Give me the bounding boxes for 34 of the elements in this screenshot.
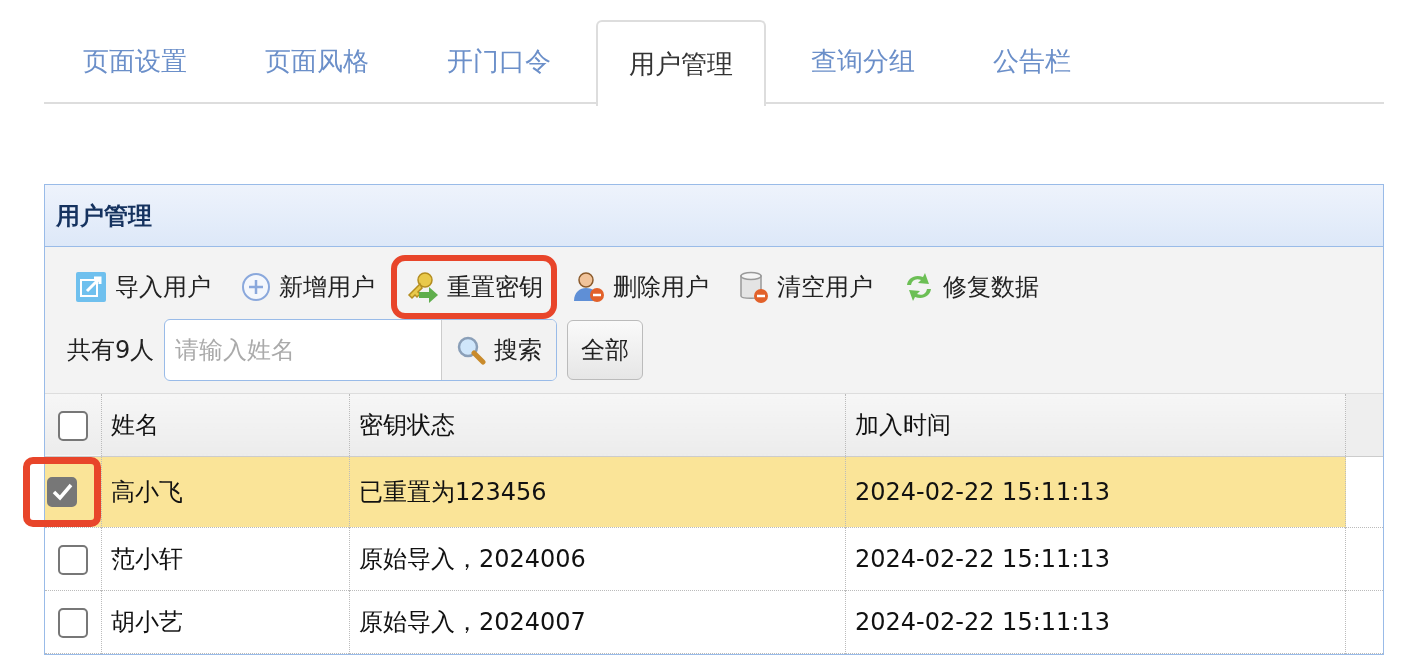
toolbar-button[interactable]: 新增用户 — [233, 261, 383, 313]
checkbox[interactable] — [47, 476, 77, 507]
column-header: 密钥状态 — [349, 394, 846, 456]
panel-title: 用户管理 — [45, 185, 1383, 247]
add-icon — [241, 272, 271, 302]
table-cell: 高小飞 — [101, 456, 350, 527]
user-remove-icon — [573, 271, 605, 303]
checkbox[interactable] — [58, 410, 88, 441]
user-count: 共有9人 — [67, 335, 155, 366]
toolbar-button[interactable]: 导入用户 — [67, 261, 219, 313]
table-cell: 2024-02-22 15:11:13 — [845, 456, 1346, 527]
toolbar-button[interactable]: 清空用户 — [731, 261, 881, 313]
checkbox[interactable] — [58, 607, 88, 638]
toolbar-button[interactable]: 重置密钥 — [397, 261, 551, 313]
import-icon — [75, 271, 107, 303]
toolbar-button[interactable]: 修复数据 — [895, 261, 1047, 313]
all-button[interactable]: 全部 — [567, 320, 644, 380]
table-cell: 已重置为123456 — [349, 456, 846, 527]
database-remove-icon — [739, 271, 769, 303]
search-button[interactable]: 搜索 — [441, 320, 557, 380]
checkbox[interactable] — [58, 544, 88, 575]
table-cell: 原始导入，2024007 — [349, 590, 846, 653]
tab[interactable]: 用户管理 — [596, 20, 766, 106]
key-arrow-icon — [405, 271, 439, 303]
search-icon — [456, 335, 487, 365]
table-cell: 2024-02-22 15:11:13 — [845, 590, 1346, 653]
toolbar-button[interactable]: 删除用户 — [565, 261, 717, 313]
table-cell: 2024-02-22 15:11:13 — [845, 527, 1346, 590]
search-field[interactable]: 请输入姓名 搜索 — [164, 319, 558, 381]
table-cell: 范小轩 — [101, 527, 350, 590]
column-header: 姓名 — [101, 394, 350, 456]
column-header: 加入时间 — [845, 394, 1346, 456]
table-cell: 原始导入，2024006 — [349, 527, 846, 590]
table-cell: 胡小艺 — [101, 590, 350, 653]
